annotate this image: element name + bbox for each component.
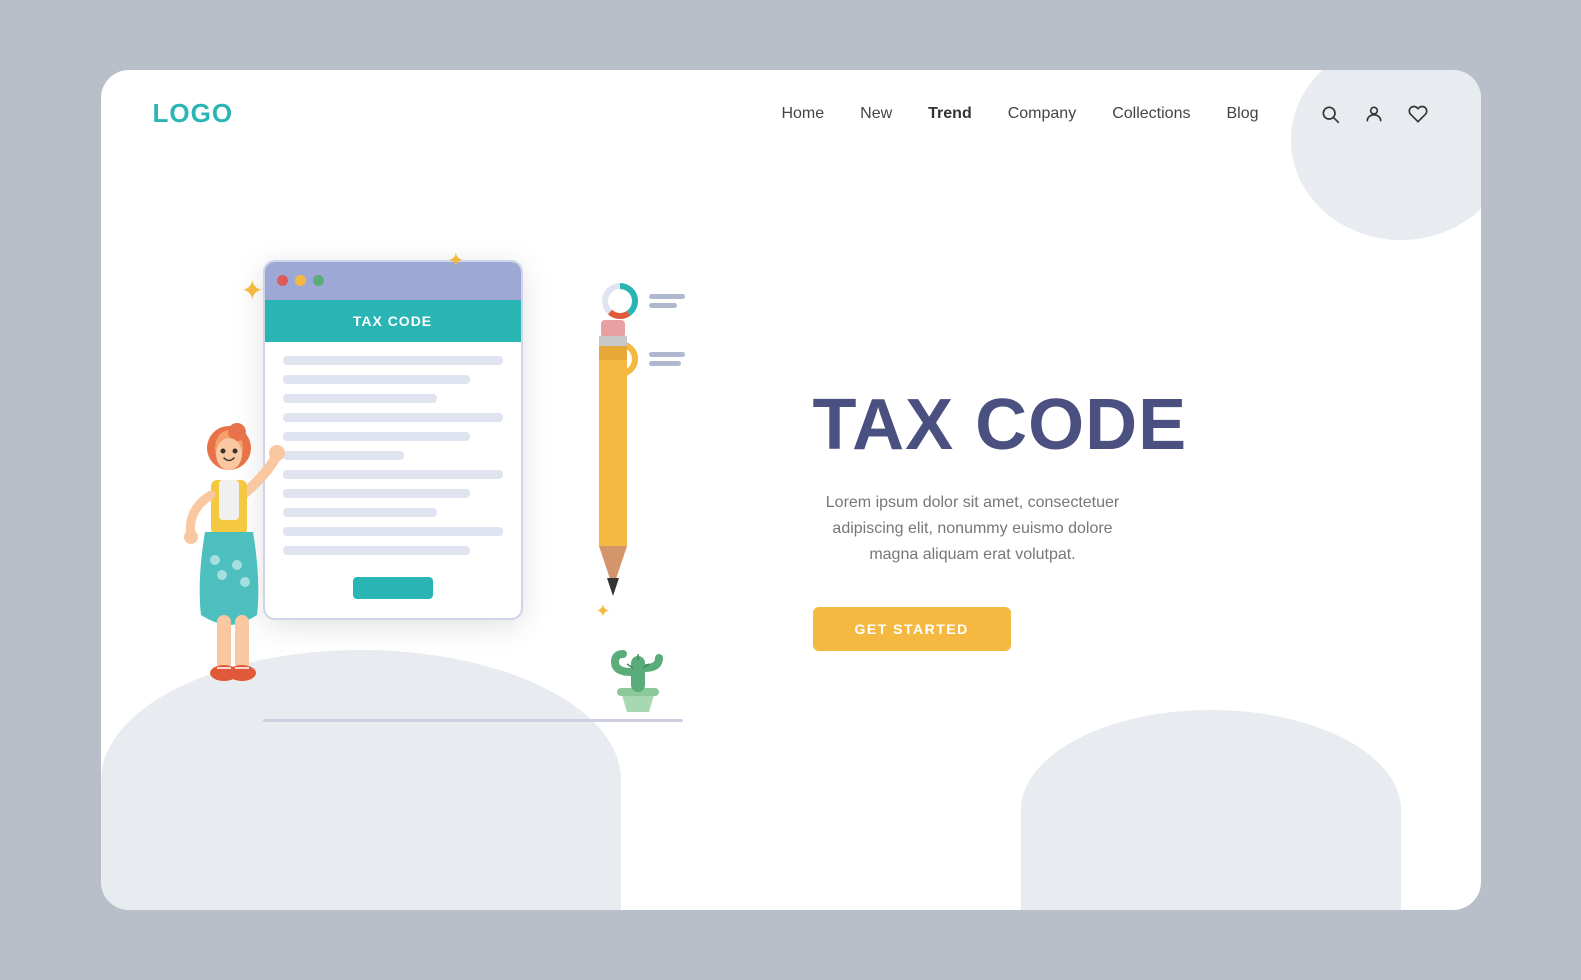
main-card: LOGO Home New Trend Company Collections … — [101, 70, 1481, 910]
pencil — [589, 320, 637, 620]
dot-red — [277, 275, 288, 286]
header-icons — [1319, 103, 1429, 125]
chart-lines — [649, 294, 685, 308]
chart-line — [649, 303, 677, 308]
logo[interactable]: LOGO — [153, 98, 234, 129]
doc-titlebar — [265, 262, 521, 300]
header: LOGO Home New Trend Company Collections … — [101, 70, 1481, 129]
chart-line — [649, 361, 681, 366]
doc-header-label: TAX CODE — [265, 300, 521, 342]
right-content: TAX CODE Lorem ipsum dolor sit amet, con… — [733, 368, 1429, 651]
chart-lines — [649, 352, 685, 366]
doc-line — [283, 470, 503, 479]
nav-home[interactable]: Home — [781, 105, 824, 123]
doc-line — [283, 375, 470, 384]
doc-line — [283, 451, 404, 460]
dot-green — [313, 275, 324, 286]
hero-description: Lorem ipsum dolor sit amet, consectetuer… — [813, 490, 1133, 569]
document-window: TAX CODE — [263, 260, 523, 620]
nav-trend[interactable]: Trend — [928, 105, 972, 123]
doc-line — [283, 356, 503, 365]
nav-new[interactable]: New — [860, 105, 892, 123]
nav-blog[interactable]: Blog — [1226, 105, 1258, 123]
doc-line — [283, 508, 437, 517]
cta-button[interactable]: GET STARTED — [813, 607, 1011, 651]
sparkle-3: ✦ — [595, 601, 610, 622]
doc-line — [283, 432, 470, 441]
chart-row-1 — [599, 280, 689, 322]
sparkle-2: ✦ — [448, 248, 465, 273]
heart-icon[interactable] — [1407, 103, 1429, 125]
sparkle-1: ✦ — [241, 274, 264, 307]
doc-line — [283, 489, 470, 498]
doc-line — [283, 546, 470, 555]
nav-company[interactable]: Company — [1008, 105, 1076, 123]
dot-yellow — [295, 275, 306, 286]
illustration-panel: ✦ ✦ ✦ TAX CODE — [153, 220, 733, 800]
search-icon[interactable] — [1319, 103, 1341, 125]
doc-line — [283, 527, 503, 536]
main-content: ✦ ✦ ✦ TAX CODE — [101, 129, 1481, 910]
user-icon[interactable] — [1363, 103, 1385, 125]
character — [167, 420, 287, 720]
doc-line — [283, 413, 503, 422]
doc-button[interactable] — [353, 577, 433, 599]
chart-line — [649, 352, 685, 357]
navigation: Home New Trend Company Collections Blog — [781, 105, 1258, 123]
hero-title: TAX CODE — [813, 388, 1188, 464]
chart-line — [649, 294, 685, 299]
doc-line — [283, 394, 437, 403]
plant — [603, 640, 673, 720]
doc-body — [265, 342, 521, 613]
nav-collections[interactable]: Collections — [1112, 105, 1190, 123]
